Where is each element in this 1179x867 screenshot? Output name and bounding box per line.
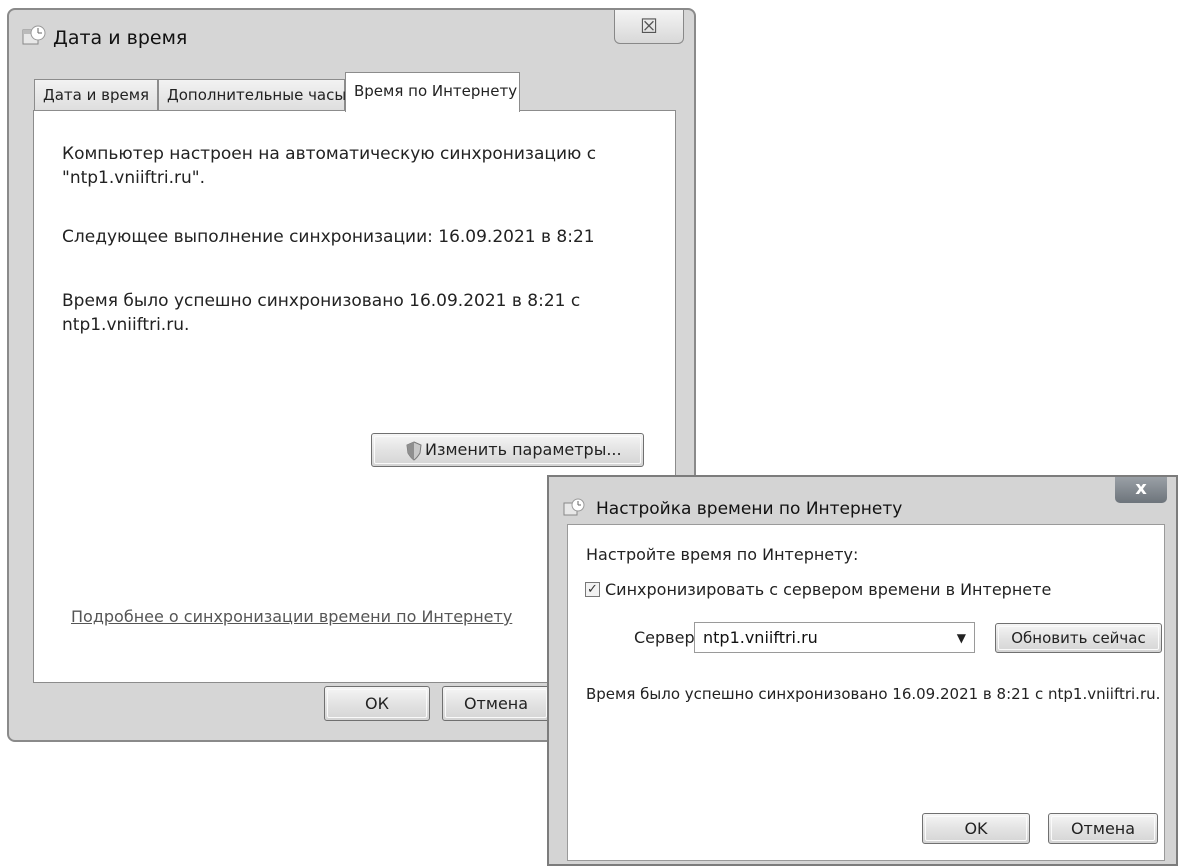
sync-result-text: Время было успешно синхронизовано 16.09.… — [586, 685, 1161, 703]
dialog-title: Настройка времени по Интернету — [596, 499, 903, 519]
last-sync-text: Время было успешно синхронизовано 16.09.… — [62, 291, 581, 335]
more-info-link[interactable]: Подробнее о синхронизации времени по Инт… — [71, 607, 512, 626]
dropdown-arrow-icon[interactable]: ▼ — [957, 631, 966, 645]
server-value: ntp1.vniiftri.ru — [703, 628, 818, 647]
sync-checkbox-label[interactable]: Синхронизировать с сервером времени в Ин… — [605, 580, 1051, 599]
server-combobox[interactable]: ntp1.vniiftri.ru ▼ — [694, 622, 975, 653]
cancel-button[interactable]: Отмена — [1048, 813, 1158, 844]
sync-status-line1: Компьютер настроен на автоматическую син… — [62, 144, 597, 164]
close-icon: ☒ — [640, 14, 658, 38]
close-button[interactable]: ☒ — [614, 10, 684, 44]
cancel-label: Отмена — [463, 694, 529, 713]
checkmark-icon: ✓ — [587, 582, 598, 597]
ok-label: OK — [964, 819, 988, 838]
dialog-title: Дата и время — [53, 27, 188, 49]
tab-date-time[interactable]: Дата и время — [34, 79, 158, 110]
update-now-label: Обновить сейчас — [1011, 629, 1146, 647]
change-settings-button[interactable]: Изменить параметры... — [371, 433, 644, 467]
close-icon: x — [1135, 478, 1147, 499]
change-settings-label: Изменить параметры... — [425, 440, 622, 459]
cancel-label: Отмена — [1070, 819, 1136, 838]
close-button[interactable]: x — [1115, 477, 1167, 503]
internet-time-settings-dialog: Настройка времени по Интернету x Настрой… — [547, 475, 1178, 866]
next-sync-text: Следующее выполнение синхронизации: 16.0… — [62, 227, 595, 247]
cancel-button[interactable]: Отмена — [442, 686, 550, 721]
ok-button[interactable]: OK — [922, 813, 1030, 844]
ok-label: ОК — [365, 694, 389, 713]
tab-internet-time[interactable]: Время по Интернету — [345, 72, 520, 112]
ok-button[interactable]: ОК — [324, 686, 430, 721]
sync-checkbox[interactable]: ✓ — [585, 582, 600, 597]
date-time-icon — [563, 498, 585, 516]
sync-status-line2: "ntp1.vniiftri.ru". — [62, 168, 206, 188]
shield-icon — [406, 441, 422, 461]
date-time-icon — [22, 25, 46, 45]
server-label: Сервер: — [634, 628, 700, 647]
tab-additional-clocks[interactable]: Дополнительные часы — [158, 79, 346, 110]
settings-heading: Настройте время по Интернету: — [586, 545, 859, 564]
update-now-button[interactable]: Обновить сейчас — [995, 623, 1162, 653]
settings-panel: Настройте время по Интернету: ✓ Синхрони… — [567, 524, 1165, 861]
